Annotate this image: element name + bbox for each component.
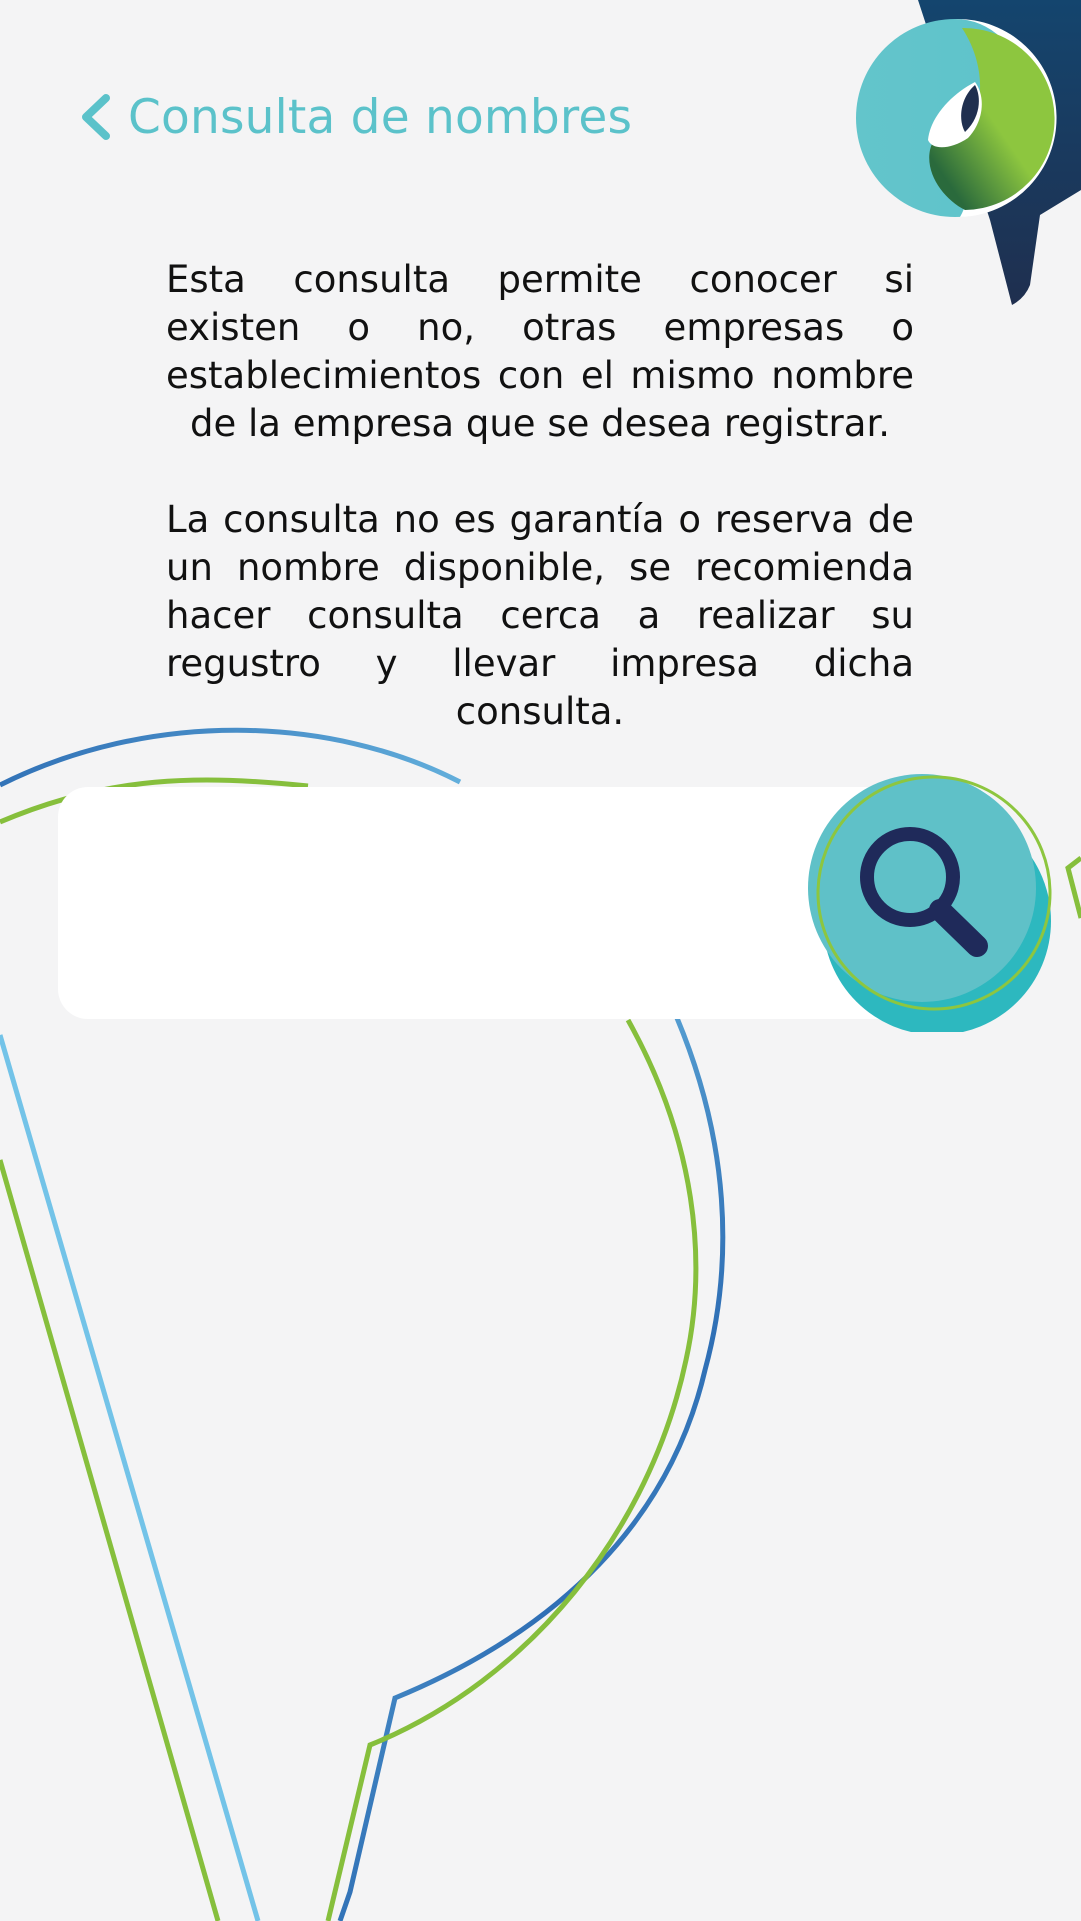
search-button[interactable] — [806, 768, 1052, 1035]
back-header[interactable]: Consulta de nombres — [78, 82, 632, 152]
search-input[interactable] — [88, 837, 812, 971]
search-icon[interactable] — [806, 768, 1052, 1035]
description-paragraph-1: Esta consulta permite conocer si existen… — [166, 258, 914, 445]
app-screen: Consulta de nombres Esta consulta permit… — [0, 0, 1081, 1921]
chevron-left-icon[interactable] — [78, 94, 112, 140]
description-text: Esta consulta permite conocer si existen… — [166, 256, 914, 784]
page-title: Consulta de nombres — [128, 89, 633, 145]
description-paragraph-2: La consulta no es garantía o reserva de … — [166, 498, 914, 733]
